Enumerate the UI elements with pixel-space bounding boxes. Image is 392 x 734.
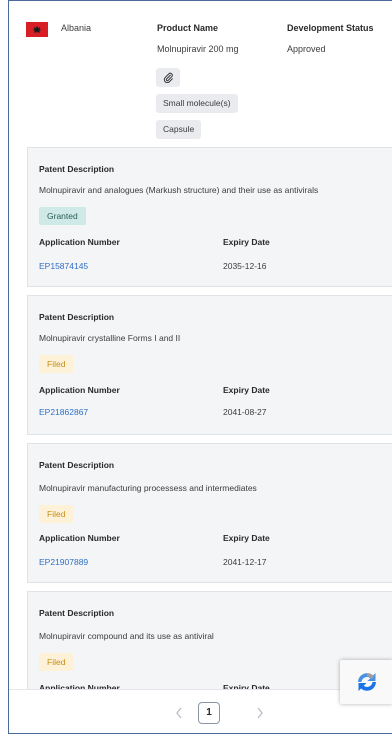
chevron-right-icon bbox=[257, 707, 263, 719]
recaptcha-icon bbox=[358, 673, 376, 691]
expiry-date-value: 2035-12-16 bbox=[223, 261, 267, 271]
patent-card: Patent Description Molnupiravir manufact… bbox=[27, 443, 392, 583]
expiry-date-label: Expiry Date bbox=[223, 237, 270, 247]
expiry-date-label: Expiry Date bbox=[223, 385, 270, 395]
chevron-left-icon bbox=[176, 707, 182, 719]
albania-flag-icon bbox=[26, 22, 48, 37]
next-page-button[interactable] bbox=[250, 702, 270, 724]
patent-description: Molnupiravir and analogues (Markush stru… bbox=[39, 185, 319, 195]
patent-card: Patent Description Molnupiravir crystall… bbox=[27, 295, 392, 435]
expiry-date-label: Expiry Date bbox=[223, 533, 270, 543]
patent-description: Molnupiravir manufacturing processess an… bbox=[39, 483, 257, 493]
pagination: 1 bbox=[9, 689, 392, 733]
attachment-button[interactable] bbox=[156, 68, 180, 87]
status-badge: Filed bbox=[39, 505, 74, 523]
patent-description: Molnupiravir compound and its use as ant… bbox=[39, 631, 214, 641]
application-number-label: Application Number bbox=[39, 385, 120, 395]
status-badge: Granted bbox=[39, 207, 86, 225]
application-number-label: Application Number bbox=[39, 237, 120, 247]
previous-page-button[interactable] bbox=[169, 702, 189, 724]
product-patent-panel: Albania Product Name Molnupiravir 200 mg… bbox=[8, 0, 392, 734]
recaptcha-badge[interactable] bbox=[340, 660, 392, 704]
country-name: Albania bbox=[61, 23, 92, 33]
status-badge: Filed bbox=[39, 355, 74, 373]
paperclip-icon bbox=[163, 72, 173, 83]
patent-card: Patent Description Molnupiravir and anal… bbox=[27, 147, 392, 287]
application-number-link[interactable]: EP21862867 bbox=[39, 407, 88, 417]
expiry-date-value: 2041-08-27 bbox=[223, 407, 267, 417]
application-number-link[interactable]: EP15874145 bbox=[39, 261, 88, 271]
patent-description-label: Patent Description bbox=[39, 608, 115, 618]
patent-description-label: Patent Description bbox=[39, 312, 115, 322]
application-number-label: Application Number bbox=[39, 533, 120, 543]
patent-description-label: Patent Description bbox=[39, 460, 115, 470]
attribute-chip: Small molecule(s) bbox=[156, 94, 238, 113]
product-name-value: Molnupiravir 200 mg bbox=[157, 44, 239, 54]
development-status-value: Approved bbox=[287, 44, 326, 54]
patent-description: Molnupiravir crystalline Forms I and II bbox=[39, 333, 181, 343]
development-status-header: Development Status bbox=[287, 23, 374, 33]
expiry-date-value: 2041-12-17 bbox=[223, 557, 267, 567]
product-name-header: Product Name bbox=[157, 23, 219, 33]
patent-description-label: Patent Description bbox=[39, 164, 115, 174]
status-badge: Filed bbox=[39, 653, 74, 671]
application-number-link[interactable]: EP21907889 bbox=[39, 557, 88, 567]
product-row: Albania Product Name Molnupiravir 200 mg… bbox=[9, 1, 392, 139]
attribute-chip: Capsule bbox=[156, 120, 202, 139]
current-page-button[interactable]: 1 bbox=[198, 702, 220, 724]
